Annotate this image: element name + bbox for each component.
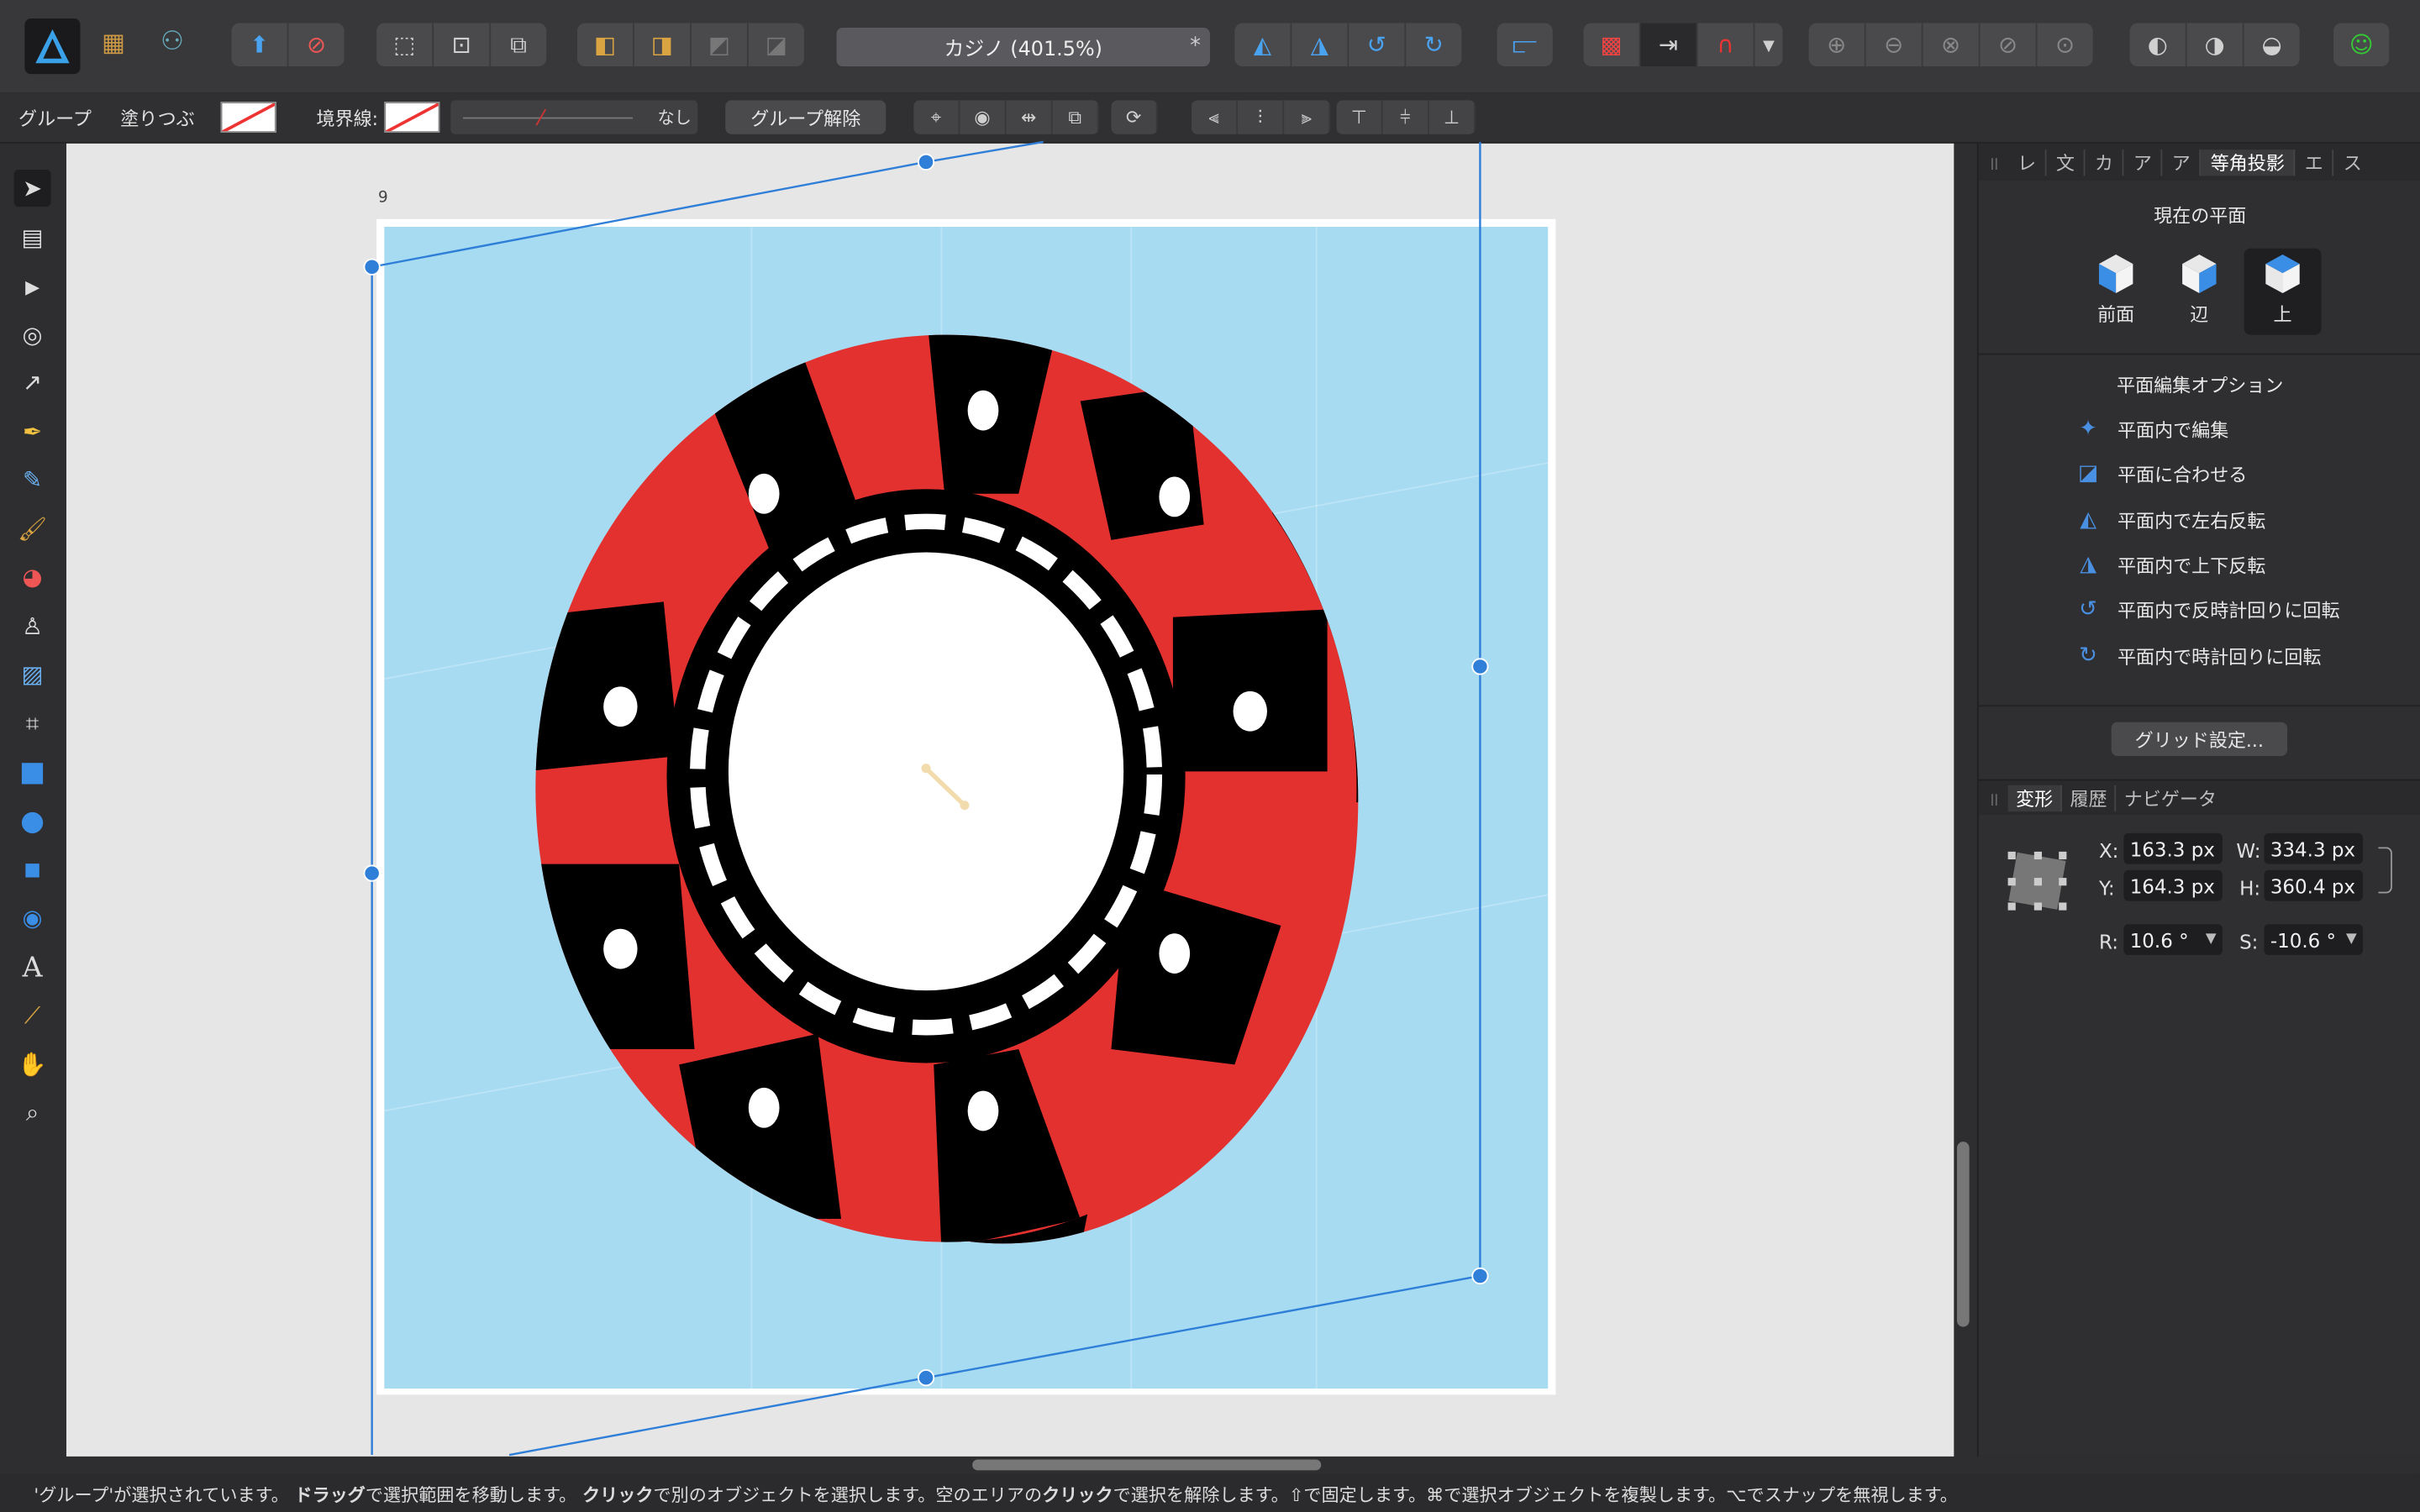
- option-label: 平面内で上下反転: [2117, 554, 2266, 577]
- y-field[interactable]: 164.3 px: [2123, 869, 2223, 901]
- option-edit-in-plane[interactable]: ✦ 平面内で編集: [2075, 415, 2229, 443]
- tab-layers[interactable]: レ: [2008, 149, 2047, 176]
- s-label: S:: [2239, 930, 2259, 954]
- r-label: R:: [2098, 930, 2118, 954]
- flip-h-in-plane-icon: ◭: [2080, 507, 2096, 533]
- option-label: 平面内で時計回りに回転: [2117, 645, 2322, 668]
- option-label: 平面に合わせる: [2117, 463, 2248, 486]
- option-label: 平面内で編集: [2117, 418, 2229, 441]
- tab-text[interactable]: 文: [2047, 149, 2086, 176]
- status-click: クリック: [582, 1483, 654, 1506]
- tab-color[interactable]: カ: [2086, 149, 2124, 176]
- status-drag: ドラッグ: [294, 1483, 366, 1506]
- status-seg3: で別のオブジェクトを選択します。空のエリアの: [653, 1483, 1043, 1506]
- rotate-cw-in-plane-icon: ↻: [2079, 643, 2097, 669]
- anchor-selector-icon[interactable]: [2003, 847, 2071, 915]
- edit-in-plane-icon: ✦: [2079, 416, 2097, 442]
- right-panel: ॥ レ 文 カ ア ア 等角投影 エ ス 現在の平面 前面 辺 上 平面編集オプ…: [1976, 143, 2420, 1457]
- plane-side-button[interactable]: 辺: [2160, 249, 2238, 335]
- status-seg2: で選択範囲を移動します。: [365, 1483, 577, 1506]
- cube-front-icon: [2098, 255, 2133, 293]
- tab-effects[interactable]: エ: [2296, 149, 2334, 176]
- link-aspect-icon[interactable]: [2378, 847, 2392, 894]
- plane-side-label: 辺: [2190, 303, 2209, 326]
- flip-v-in-plane-icon: ◮: [2080, 552, 2096, 577]
- option-fit-to-plane[interactable]: ◪ 平面に合わせる: [2075, 459, 2248, 487]
- options-title: 平面編集オプション: [2117, 375, 2284, 397]
- tab-navigator[interactable]: ナビゲータ: [2117, 785, 2225, 811]
- status-text: 'グループ'が選択されています。 ドラッグで選択範囲を移動します。 クリックで別…: [34, 1483, 1957, 1507]
- rotate-ccw-in-plane-icon: ↺: [2079, 596, 2097, 622]
- tab-isometric[interactable]: 等角投影: [2201, 149, 2296, 176]
- status-seg4: で選択を解除します。: [1113, 1483, 1289, 1506]
- r-field[interactable]: 10.6 ° ▼: [2123, 924, 2223, 955]
- current-plane-title: 現在の平面: [2154, 205, 2247, 227]
- tab-transform[interactable]: 変形: [2007, 784, 2063, 811]
- s-value: -10.6 °: [2270, 927, 2337, 952]
- tab-styles[interactable]: ス: [2334, 149, 2371, 175]
- plane-top-button[interactable]: 上: [2244, 248, 2322, 335]
- status-bar: 'グループ'が選択されています。 ドラッグで選択範囲を移動します。 クリックで別…: [0, 1473, 2420, 1512]
- fit-to-plane-icon: ◪: [2077, 461, 2099, 486]
- status-click2: クリック: [1042, 1483, 1113, 1506]
- tab-a2[interactable]: ア: [2163, 149, 2202, 176]
- studio-tabs: ॥ レ 文 カ ア ア 等角投影 エ ス: [1978, 143, 2420, 181]
- x-label: X:: [2098, 839, 2119, 863]
- y-label: Y:: [2098, 876, 2115, 900]
- status-seg1: 'グループ'が選択されています。: [34, 1483, 289, 1506]
- w-field[interactable]: 334.3 px: [2264, 832, 2364, 864]
- option-label: 平面内で反時計回りに回転: [2117, 599, 2340, 622]
- horizontal-scrollbar[interactable]: [972, 1459, 1322, 1471]
- h-field[interactable]: 360.4 px: [2264, 869, 2364, 901]
- option-rotate-cw-in-plane[interactable]: ↻ 平面内で時計回りに回転: [2075, 642, 2322, 669]
- cube-side-icon: [2182, 255, 2217, 293]
- option-flip-v-in-plane[interactable]: ◮ 平面内で上下反転: [2075, 551, 2266, 579]
- option-rotate-ccw-in-plane[interactable]: ↺ 平面内で反時計回りに回転: [2075, 596, 2340, 623]
- r-value: 10.6 °: [2129, 927, 2189, 952]
- option-label: 平面内で左右反転: [2117, 510, 2266, 532]
- plane-front-label: 前面: [2097, 303, 2135, 326]
- cube-top-icon: [2265, 255, 2300, 293]
- w-label: W:: [2236, 839, 2261, 863]
- tab-history[interactable]: 履歴: [2062, 784, 2117, 811]
- s-field[interactable]: -10.6 ° ▼: [2264, 924, 2364, 955]
- r-dropdown-icon[interactable]: ▼: [2206, 932, 2217, 947]
- status-seg5: ⇧で固定します。⌘で選択オブジェクトを複製します。⌥でスナップを無視します。: [1288, 1483, 1958, 1506]
- tab-a1[interactable]: ア: [2124, 149, 2163, 176]
- x-field[interactable]: 163.3 px: [2123, 832, 2223, 864]
- h-label: H:: [2239, 876, 2261, 900]
- vertical-scrollbar[interactable]: [1956, 1142, 1970, 1327]
- option-flip-h-in-plane[interactable]: ◭ 平面内で左右反転: [2075, 506, 2266, 533]
- grid-settings-button[interactable]: グリッド設定...: [2111, 722, 2288, 756]
- plane-top-label: 上: [2273, 303, 2292, 326]
- transform-tabs: ॥ 変形 履歴 ナビゲータ: [1978, 780, 2420, 815]
- s-dropdown-icon[interactable]: ▼: [2346, 932, 2357, 947]
- plane-front-button[interactable]: 前面: [2077, 249, 2154, 335]
